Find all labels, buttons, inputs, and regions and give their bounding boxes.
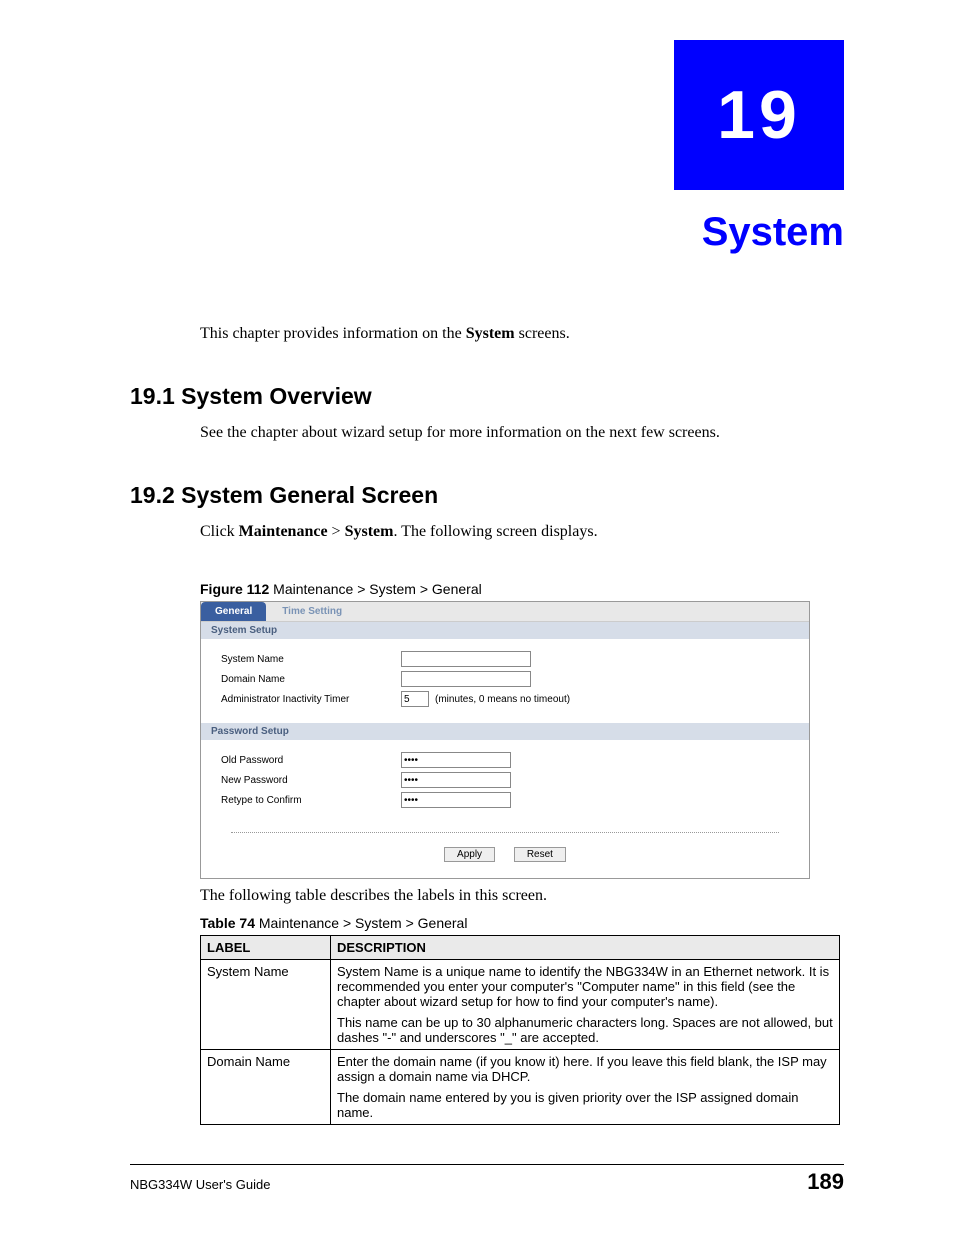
system-setup-body: System Name Domain Name Administrator In… <box>201 639 809 723</box>
body-b2: System <box>345 523 394 540</box>
table-label: Table 74 <box>200 915 255 931</box>
row2-desc: Enter the domain name (if you know it) h… <box>331 1050 840 1125</box>
footer-page-number: 189 <box>807 1169 844 1195</box>
footer-guide: NBG334W User's Guide <box>130 1177 270 1192</box>
intro-text: This chapter provides information on the… <box>200 325 844 343</box>
admin-timer-hint: (minutes, 0 means no timeout) <box>435 694 570 705</box>
ui-button-row: Apply Reset <box>201 841 809 878</box>
chapter-number: 19 <box>717 76 801 154</box>
row1-label: System Name <box>201 960 331 1050</box>
page-footer: NBG334W User's Guide 189 <box>130 1164 844 1195</box>
body-b1: Maintenance <box>239 523 328 540</box>
table-caption: Table 74 Maintenance > System > General <box>200 915 844 931</box>
th-label: LABEL <box>201 936 331 960</box>
tab-general[interactable]: General <box>201 602 266 621</box>
section-19-2-heading: 19.2 System General Screen <box>130 482 844 509</box>
retype-password-label: Retype to Confirm <box>221 795 401 806</box>
system-name-label: System Name <box>221 654 401 665</box>
admin-timer-label: Administrator Inactivity Timer <box>221 694 401 705</box>
body-suffix: . The following screen displays. <box>393 523 597 540</box>
new-password-input[interactable] <box>401 772 511 788</box>
body-prefix: Click <box>200 523 239 540</box>
domain-name-input[interactable] <box>401 671 531 687</box>
intro-suffix: screens. <box>515 325 570 342</box>
figure-caption: Figure 112 Maintenance > System > Genera… <box>200 581 844 597</box>
intro-bold: System <box>466 325 515 342</box>
admin-timer-input[interactable] <box>401 691 429 707</box>
body-gt: > <box>328 523 345 540</box>
ui-screenshot: General Time Setting System Setup System… <box>200 601 810 879</box>
row2-p2: The domain name entered by you is given … <box>337 1090 833 1120</box>
post-figure-text: The following table describes the labels… <box>200 887 844 905</box>
row1-p1: System Name is a unique name to identify… <box>337 964 833 1009</box>
intro-prefix: This chapter provides information on the <box>200 325 466 342</box>
row2-label: Domain Name <box>201 1050 331 1125</box>
reset-button[interactable]: Reset <box>514 847 566 862</box>
table-row: Domain Name Enter the domain name (if yo… <box>201 1050 840 1125</box>
password-setup-header: Password Setup <box>201 723 809 740</box>
old-password-input[interactable] <box>401 752 511 768</box>
domain-name-label: Domain Name <box>221 674 401 685</box>
chapter-title: System <box>702 210 844 255</box>
section-19-1-heading: 19.1 System Overview <box>130 383 844 410</box>
description-table: LABEL DESCRIPTION System Name System Nam… <box>200 935 840 1125</box>
row1-desc: System Name is a unique name to identify… <box>331 960 840 1050</box>
figure-label: Figure 112 <box>200 581 269 597</box>
table-caption-text: Maintenance > System > General <box>255 915 467 931</box>
chapter-number-box: 19 <box>674 40 844 190</box>
old-password-label: Old Password <box>221 755 401 766</box>
tab-time-setting[interactable]: Time Setting <box>268 602 356 621</box>
new-password-label: New Password <box>221 775 401 786</box>
table-row: System Name System Name is a unique name… <box>201 960 840 1050</box>
system-setup-header: System Setup <box>201 622 809 639</box>
password-setup-body: Old Password New Password Retype to Conf… <box>201 740 809 824</box>
figure-caption-text: Maintenance > System > General <box>269 581 481 597</box>
row2-p1: Enter the domain name (if you know it) h… <box>337 1054 833 1084</box>
apply-button[interactable]: Apply <box>444 847 495 862</box>
retype-password-input[interactable] <box>401 792 511 808</box>
row1-p2: This name can be up to 30 alphanumeric c… <box>337 1015 833 1045</box>
ui-separator <box>231 832 779 833</box>
ui-tabs: General Time Setting <box>201 602 809 622</box>
section-19-2-body: Click Maintenance > System. The followin… <box>200 523 844 541</box>
system-name-input[interactable] <box>401 651 531 667</box>
section-19-1-body: See the chapter about wizard setup for m… <box>200 424 844 442</box>
th-description: DESCRIPTION <box>331 936 840 960</box>
